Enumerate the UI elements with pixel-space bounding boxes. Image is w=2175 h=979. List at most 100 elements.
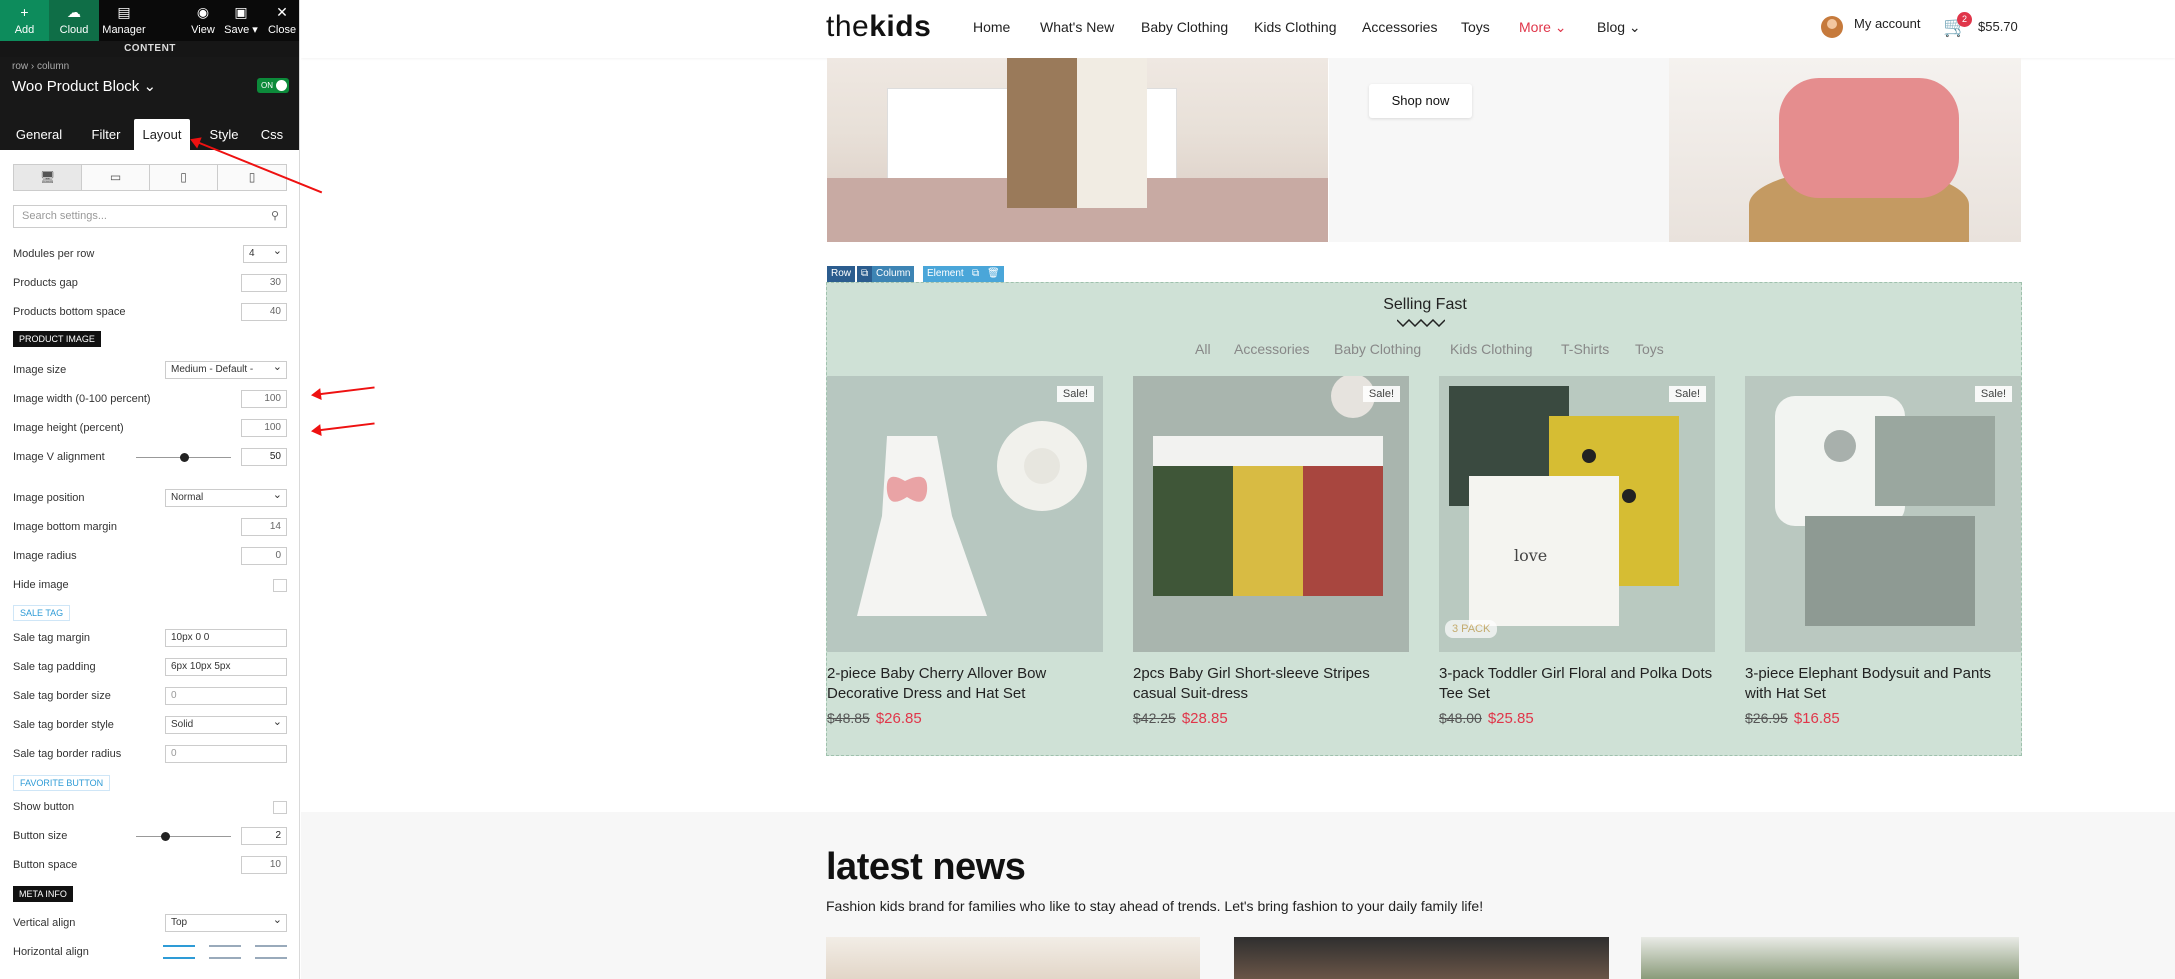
search-settings-input[interactable]: Search settings... ⚲ [13, 205, 287, 228]
latest-news-subtitle: Fashion kids brand for families who like… [826, 898, 1484, 914]
close-button[interactable]: ✕ Close [264, 0, 299, 41]
cloud-button[interactable]: ☁ Cloud [49, 0, 99, 41]
nav-blog[interactable]: Blog ⌄ [1597, 19, 1641, 36]
product-card[interactable]: love Sale! 3 PACK 3-pack Toddler Girl Fl… [1439, 376, 1715, 727]
filter-kids-clothing[interactable]: Kids Clothing [1450, 341, 1533, 357]
selling-fast-block[interactable]: Selling Fast All Accessories Baby Clothi… [826, 282, 2022, 756]
product-image[interactable]: Sale! [827, 376, 1103, 652]
element-copy-icon[interactable]: ⧉ [968, 266, 984, 282]
banner-image-girl-card[interactable] [1669, 58, 2021, 242]
news-image[interactable] [826, 937, 1200, 979]
tab-filter[interactable]: Filter [84, 119, 128, 150]
add-button[interactable]: + Add [0, 0, 49, 41]
sale-tag-padding-input[interactable]: 6px 10px 5px [165, 658, 287, 676]
nav-baby-clothing[interactable]: Baby Clothing [1141, 19, 1228, 35]
site-logo[interactable]: thekids [826, 10, 931, 44]
image-v-alignment-slider[interactable] [136, 453, 231, 462]
site-header: thekids Home What's New Baby Clothing Ki… [301, 0, 2175, 58]
setting-sale-tag-padding: Sale tag padding 6px 10px 5px [13, 657, 287, 677]
nav-accessories[interactable]: Accessories [1362, 19, 1437, 35]
product-card[interactable]: Sale! 2-piece Baby Cherry Allover Bow De… [827, 376, 1103, 727]
align-left-icon[interactable] [163, 945, 195, 959]
shop-now-button[interactable]: Shop now [1369, 84, 1472, 118]
filter-baby-clothing[interactable]: Baby Clothing [1334, 341, 1421, 357]
setting-sale-tag-margin: Sale tag margin 10px 0 0 [13, 628, 287, 648]
wave-divider-icon [1397, 319, 1445, 327]
image-radius-input[interactable]: 0 [241, 547, 287, 565]
save-button[interactable]: ▣ Save ▾ [222, 0, 260, 41]
section-product-image: PRODUCT IMAGE [13, 331, 101, 347]
product-card[interactable]: Sale! 3-piece Elephant Bodysuit and Pant… [1745, 376, 2021, 727]
product-name[interactable]: 2-piece Baby Cherry Allover Bow Decorati… [827, 664, 1103, 704]
product-price: $42.25 $28.85 [1133, 710, 1228, 727]
align-center-icon[interactable] [209, 945, 241, 959]
filter-toys[interactable]: Toys [1635, 341, 1664, 357]
banner-image-kids-room[interactable] [827, 58, 1328, 242]
setting-image-width: Image width (0-100 percent) 100 [13, 389, 287, 409]
sale-tag-border-style-select[interactable]: Solid [165, 714, 287, 734]
setting-sale-tag-border-style: Sale tag border style Solid [13, 714, 287, 735]
tab-css[interactable]: Css [254, 119, 290, 150]
filter-accessories[interactable]: Accessories [1234, 341, 1309, 357]
my-account-link[interactable]: My account [1854, 16, 1920, 31]
tab-general[interactable]: General [8, 119, 70, 150]
products-bottom-space-input[interactable]: 40 [241, 303, 287, 321]
product-image[interactable]: Sale! [1133, 376, 1409, 652]
nav-toys[interactable]: Toys [1461, 19, 1490, 35]
tablet-landscape-icon[interactable]: ▭ [82, 165, 150, 190]
nav-more[interactable]: More ⌄ [1519, 19, 1567, 36]
product-card[interactable]: Sale! 2pcs Baby Girl Short-sleeve Stripe… [1133, 376, 1409, 727]
avatar[interactable] [1821, 16, 1843, 38]
button-size-input[interactable]: 2 [241, 827, 287, 845]
align-right-icon[interactable] [255, 945, 287, 959]
tab-layout[interactable]: Layout [134, 119, 190, 150]
products-gap-input[interactable]: 30 [241, 274, 287, 292]
image-size-select[interactable]: Medium - Default - [165, 359, 287, 379]
modules-per-row-select[interactable]: 4 [243, 243, 287, 263]
tablet-portrait-icon[interactable]: ▯ [150, 165, 218, 190]
delete-icon[interactable]: 🗑 [983, 266, 1004, 282]
element-toggle[interactable]: ON [257, 78, 289, 93]
setting-horizontal-align: Horizontal align [13, 942, 287, 962]
sale-tag-margin-input[interactable]: 10px 0 0 [165, 629, 287, 647]
breadcrumb[interactable]: row › column [12, 61, 69, 72]
button-size-slider[interactable] [136, 832, 231, 841]
element-title[interactable]: Woo Product Block ⌄ [12, 77, 156, 95]
product-name[interactable]: 3-pack Toddler Girl Floral and Polka Dot… [1439, 664, 1715, 704]
sale-tag-border-radius-input[interactable]: 0 [165, 745, 287, 763]
setting-image-size: Image size Medium - Default - [13, 359, 287, 380]
desktop-icon[interactable]: 🖥 [14, 165, 82, 190]
nav-whats-new[interactable]: What's New [1040, 19, 1114, 35]
sale-tag-border-size-input[interactable]: 0 [165, 687, 287, 705]
image-bottom-margin-input[interactable]: 14 [241, 518, 287, 536]
cart-total[interactable]: $55.70 [1978, 19, 2018, 34]
slider-handle[interactable] [179, 453, 189, 462]
image-height-input[interactable]: 100 [241, 419, 287, 437]
filter-all[interactable]: All [1195, 341, 1211, 357]
product-image[interactable]: love Sale! 3 PACK [1439, 376, 1715, 652]
news-image[interactable] [1234, 937, 1609, 979]
image-width-input[interactable]: 100 [241, 390, 287, 408]
manager-button[interactable]: ▤ Manager [99, 0, 149, 41]
filter-t-shirts[interactable]: T-Shirts [1561, 341, 1609, 357]
product-name[interactable]: 3-piece Elephant Bodysuit and Pants with… [1745, 664, 2021, 704]
view-button[interactable]: ◉ View [188, 0, 218, 41]
setting-button-space: Button space 10 [13, 855, 287, 875]
mobile-icon[interactable]: ▯ [218, 165, 286, 190]
show-button-checkbox[interactable] [273, 801, 287, 814]
element-handle[interactable]: Element [923, 266, 968, 282]
vertical-align-select[interactable]: Top [165, 912, 287, 932]
product-image[interactable]: Sale! [1745, 376, 2021, 652]
slider-handle[interactable] [160, 832, 170, 841]
image-position-select[interactable]: Normal [165, 487, 287, 507]
news-image[interactable] [1641, 937, 2019, 979]
hide-image-checkbox[interactable] [273, 579, 287, 592]
image-v-alignment-input[interactable]: 50 [241, 448, 287, 466]
nav-home[interactable]: Home [973, 19, 1010, 35]
nav-kids-clothing[interactable]: Kids Clothing [1254, 19, 1337, 35]
button-space-input[interactable]: 10 [241, 856, 287, 874]
column-handle[interactable]: Column [872, 266, 915, 282]
row-handle[interactable]: Row [827, 266, 856, 282]
product-name[interactable]: 2pcs Baby Girl Short-sleeve Stripes casu… [1133, 664, 1409, 704]
row-copy-icon[interactable]: ⧉ [857, 266, 873, 282]
